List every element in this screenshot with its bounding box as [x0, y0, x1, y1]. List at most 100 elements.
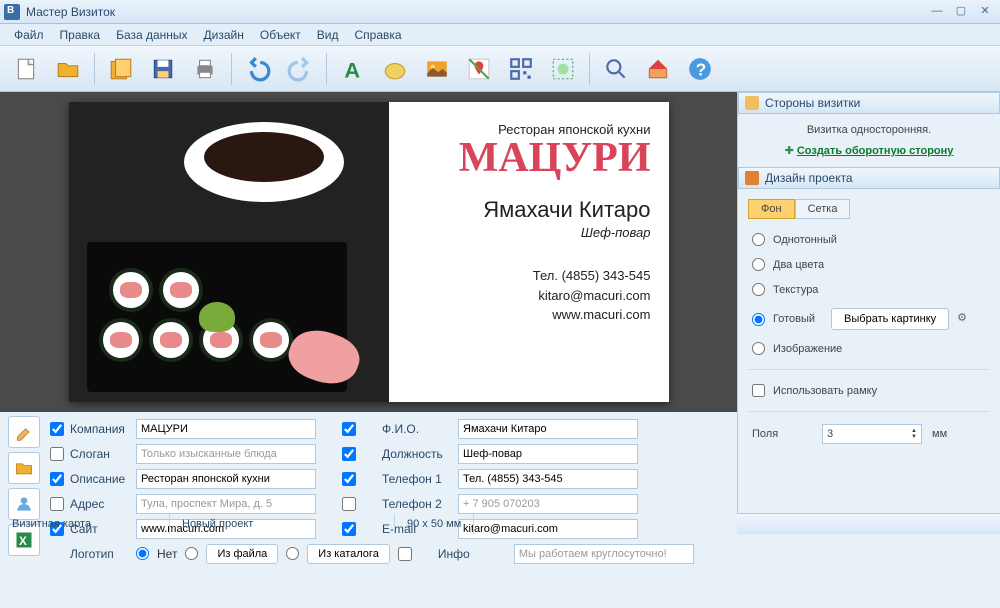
card-email: kitaro@macuri.com — [407, 286, 651, 306]
chk-phone1[interactable] — [342, 472, 356, 486]
chk-desc[interactable] — [50, 472, 64, 486]
btn-logo-file[interactable]: Из файла — [206, 544, 278, 564]
zoom-button[interactable] — [596, 50, 636, 88]
chk-frame[interactable] — [752, 384, 765, 397]
menu-view[interactable]: Вид — [309, 26, 347, 44]
design-title: Дизайн проекта — [765, 171, 853, 185]
radio-logo-catalog[interactable] — [286, 547, 299, 560]
card-brand: МАЦУРИ — [407, 137, 651, 179]
panel-sides-header[interactable]: Стороны визитки — [738, 92, 1000, 114]
radio-bg-solid[interactable] — [752, 233, 765, 246]
titlebar: Мастер Визиток — ▢ ✕ — [0, 0, 1000, 24]
menu-design[interactable]: Дизайн — [196, 26, 252, 44]
menu-edit[interactable]: Правка — [52, 26, 109, 44]
card-name: Ямахачи Китаро — [407, 197, 651, 223]
lbl-bg-image: Изображение — [773, 343, 842, 355]
lbl-position: Должность — [382, 447, 452, 461]
menu-db[interactable]: База данных — [108, 26, 195, 44]
inp-position[interactable] — [458, 444, 638, 464]
chk-fio[interactable] — [342, 422, 356, 436]
inp-info[interactable] — [514, 544, 694, 564]
inp-address[interactable] — [136, 494, 316, 514]
shape-button[interactable] — [375, 50, 415, 88]
minimize-button[interactable]: — — [926, 4, 948, 20]
radio-logo-file[interactable] — [185, 547, 198, 560]
create-back-link[interactable]: Создать оборотную сторону — [797, 145, 954, 157]
text-button[interactable]: A — [333, 50, 373, 88]
app-icon — [4, 4, 20, 20]
close-button[interactable]: ✕ — [974, 4, 996, 20]
status-size: 90 x 50 мм — [395, 514, 474, 534]
panel-design-header[interactable]: Дизайн проекта — [738, 167, 1000, 189]
inp-fio[interactable] — [458, 419, 638, 439]
status-project: Новый проект — [170, 514, 395, 534]
chk-position[interactable] — [342, 447, 356, 461]
business-card[interactable]: Ресторан японской кухни МАЦУРИ Ямахачи К… — [69, 102, 669, 402]
help-button[interactable]: ? — [680, 50, 720, 88]
tab-grid[interactable]: Сетка — [795, 199, 851, 219]
inp-email[interactable] — [458, 519, 638, 539]
lbl-bg-solid: Однотонный — [773, 234, 837, 246]
gear-icon[interactable]: ⚙ — [957, 311, 973, 327]
select-picture-button[interactable]: Выбрать картинку — [831, 308, 949, 330]
qr-button[interactable] — [501, 50, 541, 88]
map-button[interactable] — [459, 50, 499, 88]
inp-phone1[interactable] — [458, 469, 638, 489]
lbl-bg-two: Два цвета — [773, 259, 824, 271]
inp-desc[interactable] — [136, 469, 316, 489]
new-button[interactable] — [6, 50, 46, 88]
margins-value: 3 — [827, 428, 833, 440]
lbl-phone1: Телефон 1 — [382, 472, 452, 486]
status-card: Визитная карта — [0, 514, 170, 534]
card-role: Шеф-повар — [407, 225, 651, 240]
tool-edit[interactable] — [8, 416, 40, 448]
chk-info[interactable] — [398, 547, 412, 561]
inp-company[interactable] — [136, 419, 316, 439]
lbl-desc: Описание — [70, 472, 130, 486]
print-button[interactable] — [185, 50, 225, 88]
menu-object[interactable]: Объект — [252, 26, 309, 44]
svg-text:X: X — [19, 535, 27, 548]
radio-logo-none[interactable] — [136, 547, 149, 560]
maximize-button[interactable]: ▢ — [950, 4, 972, 20]
sides-icon — [745, 96, 759, 110]
lbl-fio: Ф.И.О. — [382, 422, 452, 436]
inp-phone2[interactable] — [458, 494, 638, 514]
lbl-margins: Поля — [752, 428, 812, 440]
open-button[interactable] — [48, 50, 88, 88]
chk-slogan[interactable] — [50, 447, 64, 461]
lbl-mm: мм — [932, 428, 947, 440]
radio-bg-two[interactable] — [752, 258, 765, 271]
radio-bg-image[interactable] — [752, 342, 765, 355]
inp-slogan[interactable] — [136, 444, 316, 464]
lbl-frame: Использовать рамку — [773, 385, 877, 397]
tab-bg[interactable]: Фон — [748, 199, 795, 219]
margins-spinner[interactable]: 3 ▲▼ — [822, 424, 922, 444]
lbl-info: Инфо — [438, 547, 508, 561]
card-web: www.macuri.com — [407, 305, 651, 325]
canvas-area: Ресторан японской кухни МАЦУРИ Ямахачи К… — [0, 92, 737, 412]
tool-folder[interactable] — [8, 452, 40, 484]
save-button[interactable] — [143, 50, 183, 88]
chk-company[interactable] — [50, 422, 64, 436]
lbl-bg-texture: Текстура — [773, 284, 818, 296]
radio-bg-ready[interactable] — [752, 313, 765, 326]
chk-address[interactable] — [50, 497, 64, 511]
toolbar: A ? — [0, 46, 1000, 92]
menu-help[interactable]: Справка — [346, 26, 409, 44]
image-button[interactable] — [417, 50, 457, 88]
chk-phone2[interactable] — [342, 497, 356, 511]
app-title: Мастер Визиток — [26, 5, 924, 19]
lbl-slogan: Слоган — [70, 447, 130, 461]
lbl-address: Адрес — [70, 497, 130, 511]
menu-file[interactable]: Файл — [6, 26, 52, 44]
clipart-button[interactable] — [543, 50, 583, 88]
btn-logo-catalog[interactable]: Из каталога — [307, 544, 390, 564]
onesided-text: Визитка односторонняя. — [748, 120, 990, 140]
templates-button[interactable] — [101, 50, 141, 88]
undo-button[interactable] — [238, 50, 278, 88]
lbl-company: Компания — [70, 422, 130, 436]
radio-bg-texture[interactable] — [752, 283, 765, 296]
redo-button[interactable] — [280, 50, 320, 88]
home-button[interactable] — [638, 50, 678, 88]
